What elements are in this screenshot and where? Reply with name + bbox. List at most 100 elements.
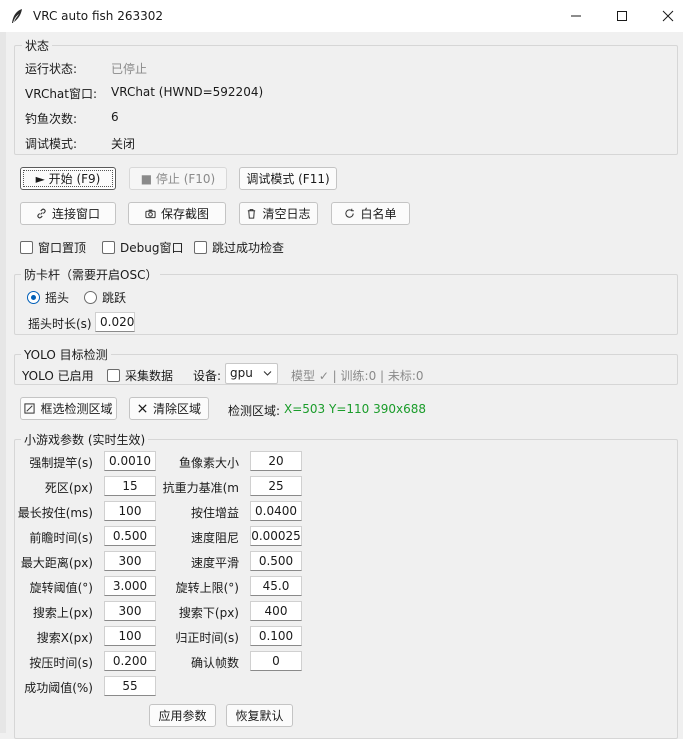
radio-jump-dot[interactable] [84, 291, 97, 304]
clear-log-button[interactable]: 清空日志 [239, 202, 318, 225]
param-anti-gravity-input[interactable]: 25 [250, 476, 302, 496]
param-deadzone-label: 死区(px) [44, 481, 93, 495]
param-force-lift-input[interactable]: 0.0010 [104, 451, 156, 471]
camera-icon [145, 209, 156, 219]
param-confirm-frames-label: 确认帧数 [190, 656, 239, 670]
whitelist-button[interactable]: 白名单 [331, 202, 410, 225]
radio-shake-dot[interactable] [27, 291, 40, 304]
shake-duration-label: 摇头时长(s) [28, 317, 92, 331]
topmost-checkbox-box[interactable] [20, 241, 33, 254]
collect-data-label: 采集数据 [125, 369, 174, 383]
debug-mode-button[interactable]: 调试模式 (F11) [239, 167, 337, 190]
param-max-hold-input[interactable]: 100 [104, 501, 156, 521]
connect-window-button[interactable]: 连接窗口 [20, 202, 116, 225]
start-button[interactable]: ► 开始 (F9) [20, 167, 116, 190]
param-lookahead-label: 前瞻时间(s) [29, 531, 93, 545]
param-press-time-input[interactable]: 0.200 [104, 651, 156, 671]
maximize-button[interactable] [599, 0, 645, 32]
region-value: X=503 Y=110 390x688 [284, 402, 427, 416]
minimize-icon [571, 15, 581, 17]
stop-button[interactable]: ■ 停止 (F10) [129, 167, 227, 190]
collect-data-checkbox[interactable]: 采集数据 [107, 367, 173, 384]
radio-jump-label: 跳跃 [102, 291, 127, 305]
param-rotate-limit-input[interactable]: 45.0 [250, 576, 302, 596]
link-icon [37, 208, 46, 219]
anti-stuck-group-label: 防卡杆（需要开启OSC） [21, 266, 161, 283]
status-window-value: VRChat (HWND=592204) [111, 85, 264, 99]
shake-duration-input[interactable]: 0.020 [95, 312, 135, 332]
minimize-button[interactable] [553, 0, 599, 32]
maximize-icon [617, 11, 627, 21]
param-velocity-damping-input[interactable]: 0.00025 [250, 526, 302, 546]
skip-check-label: 跳过成功检查 [212, 241, 285, 255]
param-search-x-input[interactable]: 100 [104, 626, 156, 646]
refresh-icon [345, 208, 355, 218]
reset-defaults-button[interactable]: 恢复默认 [226, 704, 293, 727]
radio-jump[interactable]: 跳跃 [84, 289, 126, 306]
debug-window-checkbox[interactable]: Debug窗口 [102, 239, 183, 256]
debug-window-checkbox-box[interactable] [102, 241, 115, 254]
collect-data-checkbox-box[interactable] [107, 369, 120, 382]
topmost-checkbox[interactable]: 窗口置顶 [20, 239, 86, 256]
param-rotate-threshold-input[interactable]: 3.000 [104, 576, 156, 596]
param-lookahead-input[interactable]: 0.500 [104, 526, 156, 546]
device-select-value: gpu [230, 366, 253, 380]
param-rotate-threshold-label: 旋转阈值(°) [29, 581, 93, 595]
select-region-label: 框选检测区域 [40, 402, 113, 416]
params-group-label: 小游戏参数 (实时生效) [21, 431, 149, 448]
debug-window-label: Debug窗口 [120, 241, 184, 255]
param-fish-pixel-label: 鱼像素大小 [178, 456, 239, 470]
param-reset-time-label: 归正时间(s) [175, 631, 239, 645]
yolo-group-label: YOLO 目标检测 [21, 346, 111, 363]
param-success-threshold-label: 成功阈值(%) [24, 681, 93, 695]
window-title: VRC auto fish 263302 [33, 9, 164, 23]
param-success-threshold-input[interactable]: 55 [104, 676, 156, 696]
param-search-up-label: 搜索上(px) [32, 606, 93, 620]
param-search-x-label: 搜索X(px) [36, 631, 93, 645]
param-search-down-input[interactable]: 400 [250, 601, 302, 621]
close-button[interactable] [645, 0, 683, 32]
select-region-button[interactable]: 框选检测区域 [20, 397, 117, 420]
title-bar: VRC auto fish 263302 [0, 0, 683, 32]
whitelist-label: 白名单 [360, 207, 397, 221]
param-search-up-input[interactable]: 300 [104, 601, 156, 621]
clear-log-label: 清空日志 [262, 207, 311, 221]
param-fish-pixel-input[interactable]: 20 [250, 451, 302, 471]
save-screenshot-label: 保存截图 [160, 207, 209, 221]
radio-shake-label: 摇头 [45, 291, 70, 305]
status-run-value: 已停止 [111, 62, 148, 76]
skip-check-checkbox[interactable]: 跳过成功检查 [194, 239, 284, 256]
chevron-down-icon [263, 371, 272, 376]
clear-region-label: 清除区域 [152, 402, 201, 416]
status-window-label: VRChat窗口: [25, 87, 98, 101]
apply-params-button[interactable]: 应用参数 [149, 704, 216, 727]
param-hold-gain-label: 按住增益 [190, 506, 239, 520]
status-count-label: 钓鱼次数: [25, 112, 78, 126]
param-deadzone-input[interactable]: 15 [104, 476, 156, 496]
param-max-distance-input[interactable]: 300 [104, 551, 156, 571]
skip-check-checkbox-box[interactable] [194, 241, 207, 254]
device-label: 设备: [193, 369, 222, 383]
param-rotate-limit-label: 旋转上限(°) [175, 581, 239, 595]
save-screenshot-button[interactable]: 保存截图 [128, 202, 226, 225]
param-velocity-smoothing-input[interactable]: 0.500 [250, 551, 302, 571]
param-velocity-smoothing-label: 速度平滑 [190, 556, 239, 570]
status-debug-label: 调试模式: [25, 137, 78, 151]
left-edge [0, 32, 6, 733]
param-confirm-frames-input[interactable]: 0 [250, 651, 302, 671]
status-run-label: 运行状态: [25, 62, 78, 76]
param-anti-gravity-label: 抗重力基准(m [162, 481, 239, 495]
param-hold-gain-input[interactable]: 0.0400 [250, 501, 302, 521]
x-icon [138, 404, 147, 413]
param-velocity-damping-label: 速度阻尼 [190, 531, 239, 545]
feather-icon [12, 9, 22, 23]
device-select[interactable]: gpu [225, 363, 278, 384]
param-press-time-label: 按压时间(s) [29, 656, 93, 670]
status-group-label: 状态 [22, 37, 53, 54]
param-reset-time-input[interactable]: 0.100 [250, 626, 302, 646]
clear-region-button[interactable]: 清除区域 [129, 397, 209, 420]
region-label: 检测区域: [228, 404, 281, 418]
yolo-enabled-text: YOLO 已启用 [22, 369, 94, 383]
region-select-icon [24, 403, 36, 414]
radio-shake[interactable]: 摇头 [27, 289, 69, 306]
